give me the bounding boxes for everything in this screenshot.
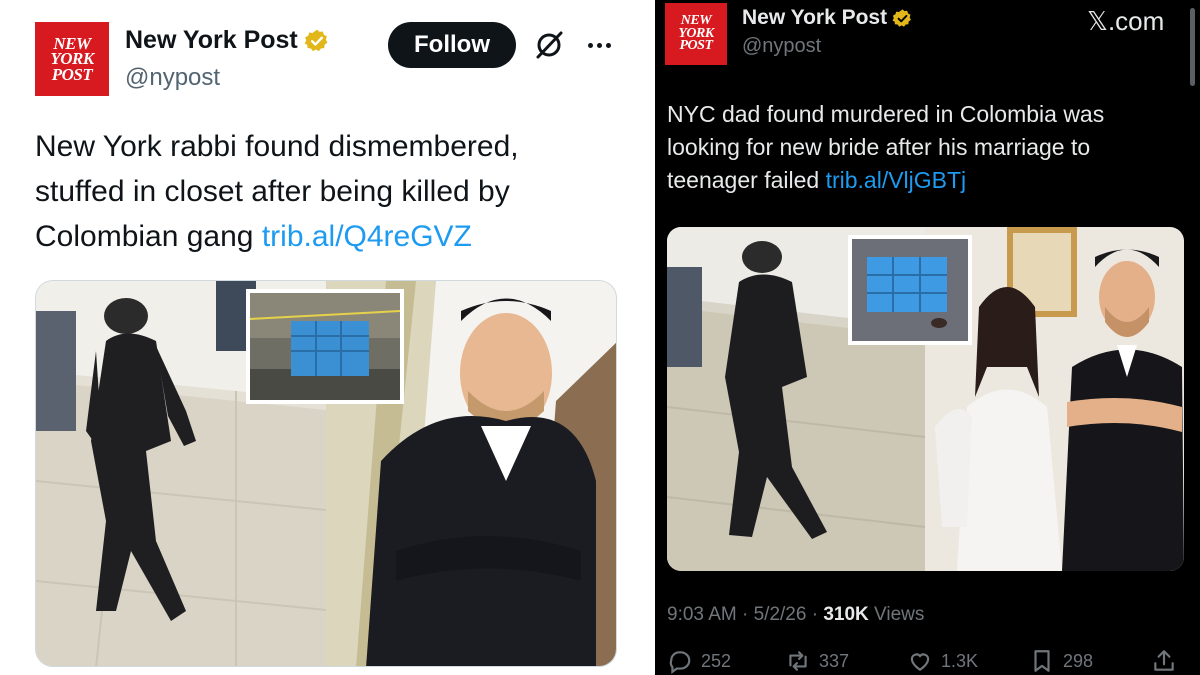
meta-separator: · bbox=[742, 604, 754, 625]
tweet-text: New York rabbi found dismembered, stuffe… bbox=[35, 124, 615, 259]
scrollbar[interactable] bbox=[1190, 8, 1195, 86]
tweet-image[interactable] bbox=[667, 227, 1184, 571]
like-button[interactable]: 1.3K bbox=[907, 648, 978, 674]
verified-badge-icon bbox=[892, 8, 912, 27]
verified-badge-icon bbox=[304, 29, 328, 51]
reply-button[interactable]: 252 bbox=[667, 648, 731, 674]
nypost-logo[interactable]: NEW YORK POST bbox=[35, 22, 109, 96]
logo-line-3: POST bbox=[679, 38, 714, 54]
tweet-image[interactable] bbox=[35, 280, 617, 667]
nypost-logo[interactable]: NEW YORK POST bbox=[665, 3, 727, 65]
light-tweet-card: NEW YORK POST New York Post @nypost Foll… bbox=[0, 0, 640, 675]
repost-icon bbox=[789, 651, 807, 671]
tweet-meta: 9:03 AM · 5/2/26 · 310K Views bbox=[667, 604, 924, 626]
author-name-text: New York Post bbox=[125, 26, 298, 54]
author-name-text: New York Post bbox=[742, 6, 888, 29]
tweet-time[interactable]: 9:03 AM bbox=[667, 604, 737, 625]
logo-line-3: POST bbox=[51, 64, 93, 84]
meta-separator: · bbox=[811, 604, 824, 625]
tweet-link[interactable]: trib.al/VljGBTj bbox=[826, 167, 967, 193]
follow-button[interactable]: Follow bbox=[388, 22, 516, 68]
views-count: 310K bbox=[823, 604, 869, 625]
tweet-photo-collage bbox=[36, 281, 616, 666]
tweet-actions: 252 337 1.3K 298 bbox=[667, 648, 1187, 675]
bookmark-button[interactable]: 298 bbox=[1029, 648, 1093, 674]
grok-icon[interactable] bbox=[532, 28, 566, 62]
tweet-text: NYC dad found murdered in Colombia was l… bbox=[667, 98, 1147, 197]
like-icon bbox=[910, 653, 930, 671]
like-count: 1.3K bbox=[941, 650, 979, 671]
repost-count: 337 bbox=[819, 650, 850, 671]
author-handle[interactable]: @nypost bbox=[742, 35, 821, 58]
bookmark-icon bbox=[1034, 650, 1050, 672]
reply-count: 252 bbox=[701, 650, 732, 671]
repost-button[interactable]: 337 bbox=[785, 648, 849, 674]
tweet-link[interactable]: trib.al/Q4reGVZ bbox=[262, 220, 472, 253]
author-name[interactable]: New York Post bbox=[742, 6, 913, 30]
dark-tweet-card: NEW YORK POST New York Post @nypost 𝕏.co… bbox=[655, 0, 1200, 675]
share-button[interactable] bbox=[1151, 648, 1177, 674]
x-watermark: 𝕏.com bbox=[1087, 6, 1165, 36]
author-handle[interactable]: @nypost bbox=[125, 64, 220, 92]
tweet-photo-collage bbox=[667, 227, 1184, 571]
more-icon[interactable] bbox=[584, 30, 614, 60]
reply-icon bbox=[669, 651, 691, 674]
views-label: Views bbox=[874, 604, 925, 625]
share-icon bbox=[1154, 650, 1174, 671]
tweet-date[interactable]: 5/2/26 bbox=[754, 604, 807, 625]
author-name[interactable]: New York Post bbox=[125, 26, 330, 55]
bookmark-count: 298 bbox=[1063, 650, 1094, 671]
